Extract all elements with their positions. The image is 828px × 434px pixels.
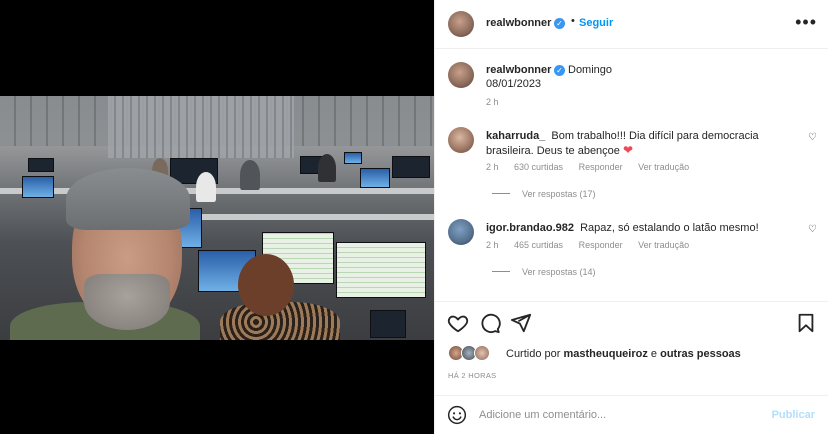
photo-monitor: [360, 168, 390, 188]
comment-time[interactable]: 2 h: [486, 240, 499, 250]
separator-dot: •: [571, 15, 575, 27]
comment-bubble-icon[interactable]: [479, 312, 501, 334]
post-actions-bar: [435, 301, 828, 345]
photo-person: [318, 154, 336, 182]
caption-text: Domingo: [568, 64, 613, 76]
comment-like-heart-icon[interactable]: ♡: [808, 224, 817, 235]
liked-by-user[interactable]: mastheuqueiroz: [563, 348, 647, 360]
liker-avatar[interactable]: [474, 345, 490, 361]
photo-monitor: [344, 152, 362, 164]
post-timestamp[interactable]: HÁ 2 HORAS: [448, 371, 496, 380]
photo-desk-row: [0, 188, 434, 194]
bookmark-save-icon[interactable]: [795, 312, 817, 334]
share-send-icon[interactable]: [510, 312, 532, 334]
commenter-username[interactable]: kaharruda_: [486, 130, 545, 142]
photo-glass-wall: [108, 96, 294, 158]
caption-date: 08/01/2023: [486, 78, 542, 90]
photo-monitor: [392, 156, 430, 178]
heart-emoji: ❤: [622, 143, 634, 157]
follow-button[interactable]: Seguir: [579, 17, 613, 29]
photo-monitor: [22, 176, 54, 198]
comment-meta: 2 h 630 curtidas Responder Ver tradução: [486, 162, 702, 172]
commenter-avatar[interactable]: [448, 219, 474, 245]
reply-button[interactable]: Responder: [579, 162, 623, 172]
photo-person: [196, 172, 216, 202]
view-replies-label[interactable]: Ver respostas (17): [522, 189, 596, 199]
author-username[interactable]: realwbonner: [486, 17, 551, 29]
commenter-username[interactable]: igor.brandao.982: [486, 222, 574, 234]
liked-by-others[interactable]: outras pessoas: [660, 348, 741, 360]
comment-meta: 2 h 465 curtidas Responder Ver tradução: [486, 240, 702, 250]
comment-likes[interactable]: 630 curtidas: [514, 162, 563, 172]
comment-likes[interactable]: 465 curtidas: [514, 240, 563, 250]
view-replies-button[interactable]: Ver respostas (14): [492, 267, 596, 277]
author-avatar[interactable]: [448, 11, 474, 37]
publish-button[interactable]: Publicar: [772, 409, 815, 421]
verified-badge-icon: ✓: [554, 65, 565, 76]
comment-input[interactable]: [479, 406, 759, 424]
emoji-picker-icon[interactable]: [447, 405, 467, 425]
commenter-avatar[interactable]: [448, 127, 474, 153]
post-photo[interactable]: [0, 96, 434, 340]
comment-text: igor.brandao.982 Rapaz, só estalando o l…: [486, 221, 796, 235]
add-comment-bar: Publicar: [435, 395, 828, 434]
photo-selfie-hair: [66, 168, 190, 230]
reply-button[interactable]: Responder: [579, 240, 623, 250]
liked-by-prefix: Curtido por: [506, 348, 561, 360]
replies-line: [492, 193, 510, 194]
post-media[interactable]: [0, 0, 434, 434]
comment-like-heart-icon[interactable]: ♡: [808, 132, 817, 143]
comment-time[interactable]: 2 h: [486, 162, 499, 172]
photo-selfie-beard: [84, 274, 170, 330]
caption-time[interactable]: 2 h: [486, 97, 499, 107]
photo-monitor: [370, 310, 406, 338]
view-replies-button[interactable]: Ver respostas (17): [492, 189, 596, 199]
verified-badge-icon: ✓: [554, 18, 565, 29]
replies-line: [492, 271, 510, 272]
like-heart-icon[interactable]: [447, 312, 469, 334]
photo-person: [240, 160, 260, 190]
liked-by-text: Curtido por mastheuqueiroz e outras pess…: [506, 348, 741, 360]
comment-text: kaharruda_ Bom trabalho!!! Dia difícil p…: [486, 129, 796, 158]
more-horizontal-icon[interactable]: •••: [795, 12, 817, 33]
post-side-panel: realwbonner ✓ • Seguir ••• realwbonner ✓…: [434, 0, 828, 434]
comment-body: Rapaz, só estalando o latão mesmo!: [580, 222, 759, 234]
caption-username[interactable]: realwbonner: [486, 64, 551, 76]
photo-woman-hair: [238, 254, 294, 316]
post-header: realwbonner ✓ • Seguir •••: [435, 0, 828, 49]
caption-author-avatar[interactable]: [448, 62, 474, 88]
view-replies-label[interactable]: Ver respostas (14): [522, 267, 596, 277]
translate-button[interactable]: Ver tradução: [638, 240, 689, 250]
photo-monitor: [336, 242, 426, 298]
liked-by-joiner: e: [650, 348, 658, 360]
translate-button[interactable]: Ver tradução: [638, 162, 689, 172]
photo-monitor: [28, 158, 54, 172]
